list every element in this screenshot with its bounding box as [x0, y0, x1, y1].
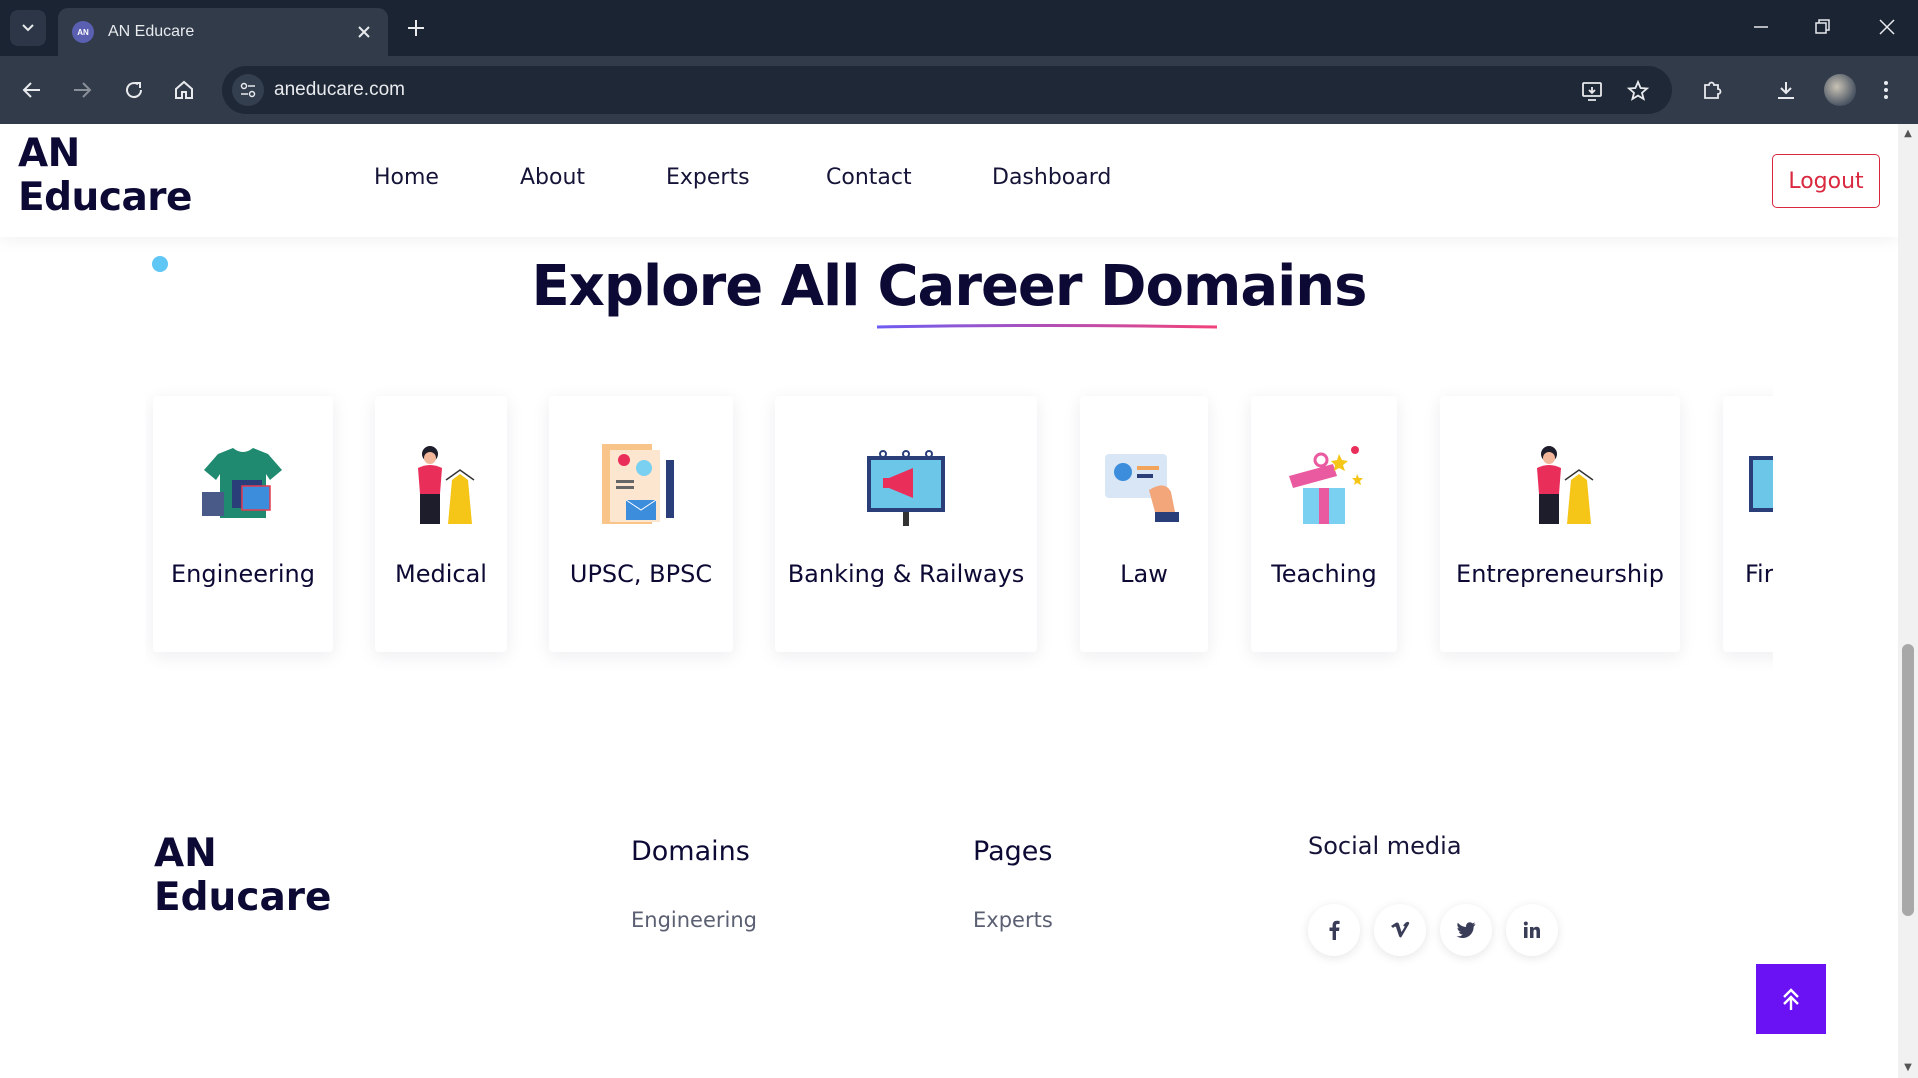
- domain-card[interactable]: Entrepreneurship: [1440, 396, 1680, 652]
- nav-home[interactable]: Home: [374, 165, 439, 190]
- double-arrow-up-icon: [1783, 988, 1799, 1010]
- domain-card[interactable]: Engineering: [153, 396, 333, 652]
- billboard-megaphone-icon: [867, 450, 945, 526]
- vimeo-icon: [1391, 921, 1410, 938]
- forward-arrow-icon[interactable]: [70, 78, 94, 102]
- logo-line-2: Educare: [18, 175, 192, 220]
- billboard-icon: [1749, 456, 1773, 512]
- id-card-hand-icon: [1105, 454, 1179, 522]
- domain-carousel[interactable]: Engineering Medical UPSC, BPSC Banking &…: [145, 384, 1773, 684]
- footer-logo-line-2: Educare: [154, 875, 332, 920]
- site-favicon-icon: AN: [72, 21, 94, 43]
- domain-card-label: Law: [1120, 560, 1168, 588]
- address-bar[interactable]: aneducare.com: [222, 66, 1672, 114]
- section-title-accent-text: Career Domains: [877, 254, 1367, 319]
- site-header: AN Educare Home About Experts Contact Da…: [0, 124, 1898, 237]
- tab-title: AN Educare: [108, 23, 195, 40]
- footer-social-heading: Social media: [1308, 832, 1462, 860]
- logout-button[interactable]: Logout: [1772, 154, 1880, 208]
- tshirt-design-icon: [202, 448, 282, 518]
- footer-logo-line-1: AN: [154, 831, 217, 876]
- minimize-icon[interactable]: [1750, 16, 1772, 38]
- footer-domains-heading: Domains: [631, 836, 750, 867]
- documents-lightbulb-icon: [602, 444, 674, 524]
- scroll-to-top-button[interactable]: [1756, 964, 1826, 1034]
- new-tab-icon[interactable]: [404, 16, 428, 40]
- close-window-icon[interactable]: [1876, 16, 1898, 38]
- browser-tab[interactable]: AN AN Educare: [58, 8, 388, 56]
- facebook-button[interactable]: [1308, 904, 1360, 956]
- tab-search-button[interactable]: [10, 10, 46, 46]
- domain-card-label: Fir: [1745, 560, 1773, 588]
- tune-icon: [240, 82, 256, 98]
- twitter-button[interactable]: [1440, 904, 1492, 956]
- nav-about[interactable]: About: [520, 165, 585, 190]
- site-logo[interactable]: AN Educare: [18, 132, 192, 220]
- domain-card[interactable]: Law: [1080, 396, 1208, 652]
- scroll-up-arrow-icon[interactable]: ▲: [1902, 128, 1914, 140]
- domain-card[interactable]: Fir: [1723, 396, 1773, 652]
- footer-logo[interactable]: AN Educare: [154, 832, 331, 920]
- logo-line-1: AN: [18, 131, 80, 176]
- domain-card[interactable]: UPSC, BPSC: [549, 396, 733, 652]
- nav-contact[interactable]: Contact: [826, 165, 912, 190]
- scrollbar-thumb[interactable]: [1902, 644, 1914, 916]
- reload-icon[interactable]: [122, 78, 146, 102]
- url-text: aneducare.com: [274, 79, 405, 100]
- site-info-button[interactable]: [232, 74, 264, 106]
- close-tab-icon[interactable]: [354, 22, 374, 42]
- chevron-down-icon: [22, 24, 34, 32]
- domain-card-label: Entrepreneurship: [1456, 560, 1664, 588]
- domain-card-label: Banking & Railways: [787, 560, 1025, 588]
- nav-dashboard[interactable]: Dashboard: [992, 165, 1111, 190]
- restore-icon[interactable]: [1812, 16, 1834, 38]
- browser-tab-strip: AN AN Educare: [0, 0, 1918, 56]
- nav-experts[interactable]: Experts: [666, 165, 750, 190]
- downloads-icon[interactable]: [1774, 78, 1798, 102]
- gift-box-icon: [1289, 446, 1363, 524]
- domain-card[interactable]: Banking & Railways: [775, 396, 1037, 652]
- bookmark-star-icon[interactable]: [1626, 79, 1650, 103]
- person-with-dress-icon: [1537, 446, 1594, 524]
- back-arrow-icon[interactable]: [20, 78, 44, 102]
- linkedin-button[interactable]: [1506, 904, 1558, 956]
- domain-card[interactable]: Medical: [375, 396, 507, 652]
- section-title-accent: Career Domains: [877, 254, 1368, 329]
- title-underline-decoration: [877, 324, 1218, 329]
- twitter-icon: [1456, 922, 1476, 938]
- domain-card-label: Medical: [395, 560, 487, 588]
- extensions-puzzle-icon[interactable]: [1700, 78, 1724, 102]
- domain-card-label: Engineering: [171, 560, 315, 588]
- kebab-menu-icon[interactable]: [1880, 78, 1892, 102]
- browser-toolbar: aneducare.com: [0, 56, 1918, 124]
- install-app-icon[interactable]: [1580, 79, 1604, 103]
- web-page: AN Educare Home About Experts Contact Da…: [0, 124, 1898, 1078]
- footer-link-engineering[interactable]: Engineering: [631, 908, 757, 932]
- home-icon[interactable]: [172, 78, 196, 102]
- scroll-down-arrow-icon[interactable]: ▼: [1902, 1062, 1914, 1074]
- person-with-dress-icon: [418, 446, 475, 524]
- domain-card-label: Teaching: [1271, 560, 1377, 588]
- footer-link-experts[interactable]: Experts: [973, 908, 1053, 932]
- facebook-icon: [1329, 920, 1340, 940]
- domain-card[interactable]: Teaching: [1251, 396, 1397, 652]
- vimeo-button[interactable]: [1374, 904, 1426, 956]
- section-title: Explore All Career Domains: [0, 254, 1898, 329]
- section-title-plain: Explore All: [531, 254, 860, 319]
- profile-avatar[interactable]: [1824, 74, 1856, 106]
- linkedin-icon: [1523, 921, 1540, 938]
- footer-pages-heading: Pages: [973, 836, 1053, 867]
- page-scrollbar[interactable]: ▲ ▼: [1898, 124, 1918, 1078]
- domain-card-label: UPSC, BPSC: [569, 560, 713, 588]
